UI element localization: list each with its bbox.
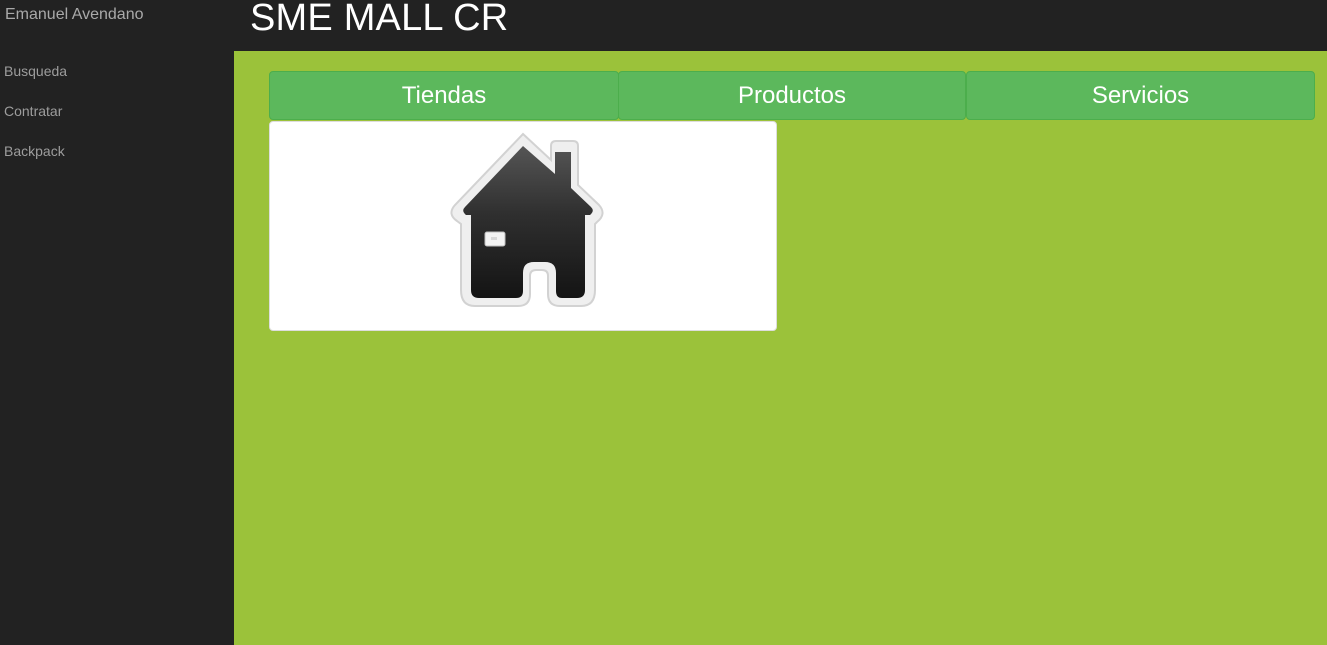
- tab-servicios[interactable]: Servicios: [966, 71, 1315, 120]
- store-card[interactable]: [269, 121, 777, 331]
- page-title: SME MALL CR: [250, 0, 509, 39]
- home-icon: [450, 132, 604, 307]
- sidebar: Emanuel Avendano Busqueda Contratar Back…: [0, 0, 234, 645]
- tab-tiendas[interactable]: Tiendas: [269, 71, 619, 120]
- sidebar-item-busqueda[interactable]: Busqueda: [4, 63, 67, 79]
- tab-productos[interactable]: Productos: [618, 71, 966, 120]
- sidebar-item-contratar[interactable]: Contratar: [4, 103, 62, 119]
- sidebar-item-backpack[interactable]: Backpack: [4, 143, 65, 159]
- page: Emanuel Avendano Busqueda Contratar Back…: [0, 0, 1327, 645]
- sidebar-brand[interactable]: Emanuel Avendano: [5, 6, 143, 24]
- top-bar: SME MALL CR: [234, 0, 1327, 51]
